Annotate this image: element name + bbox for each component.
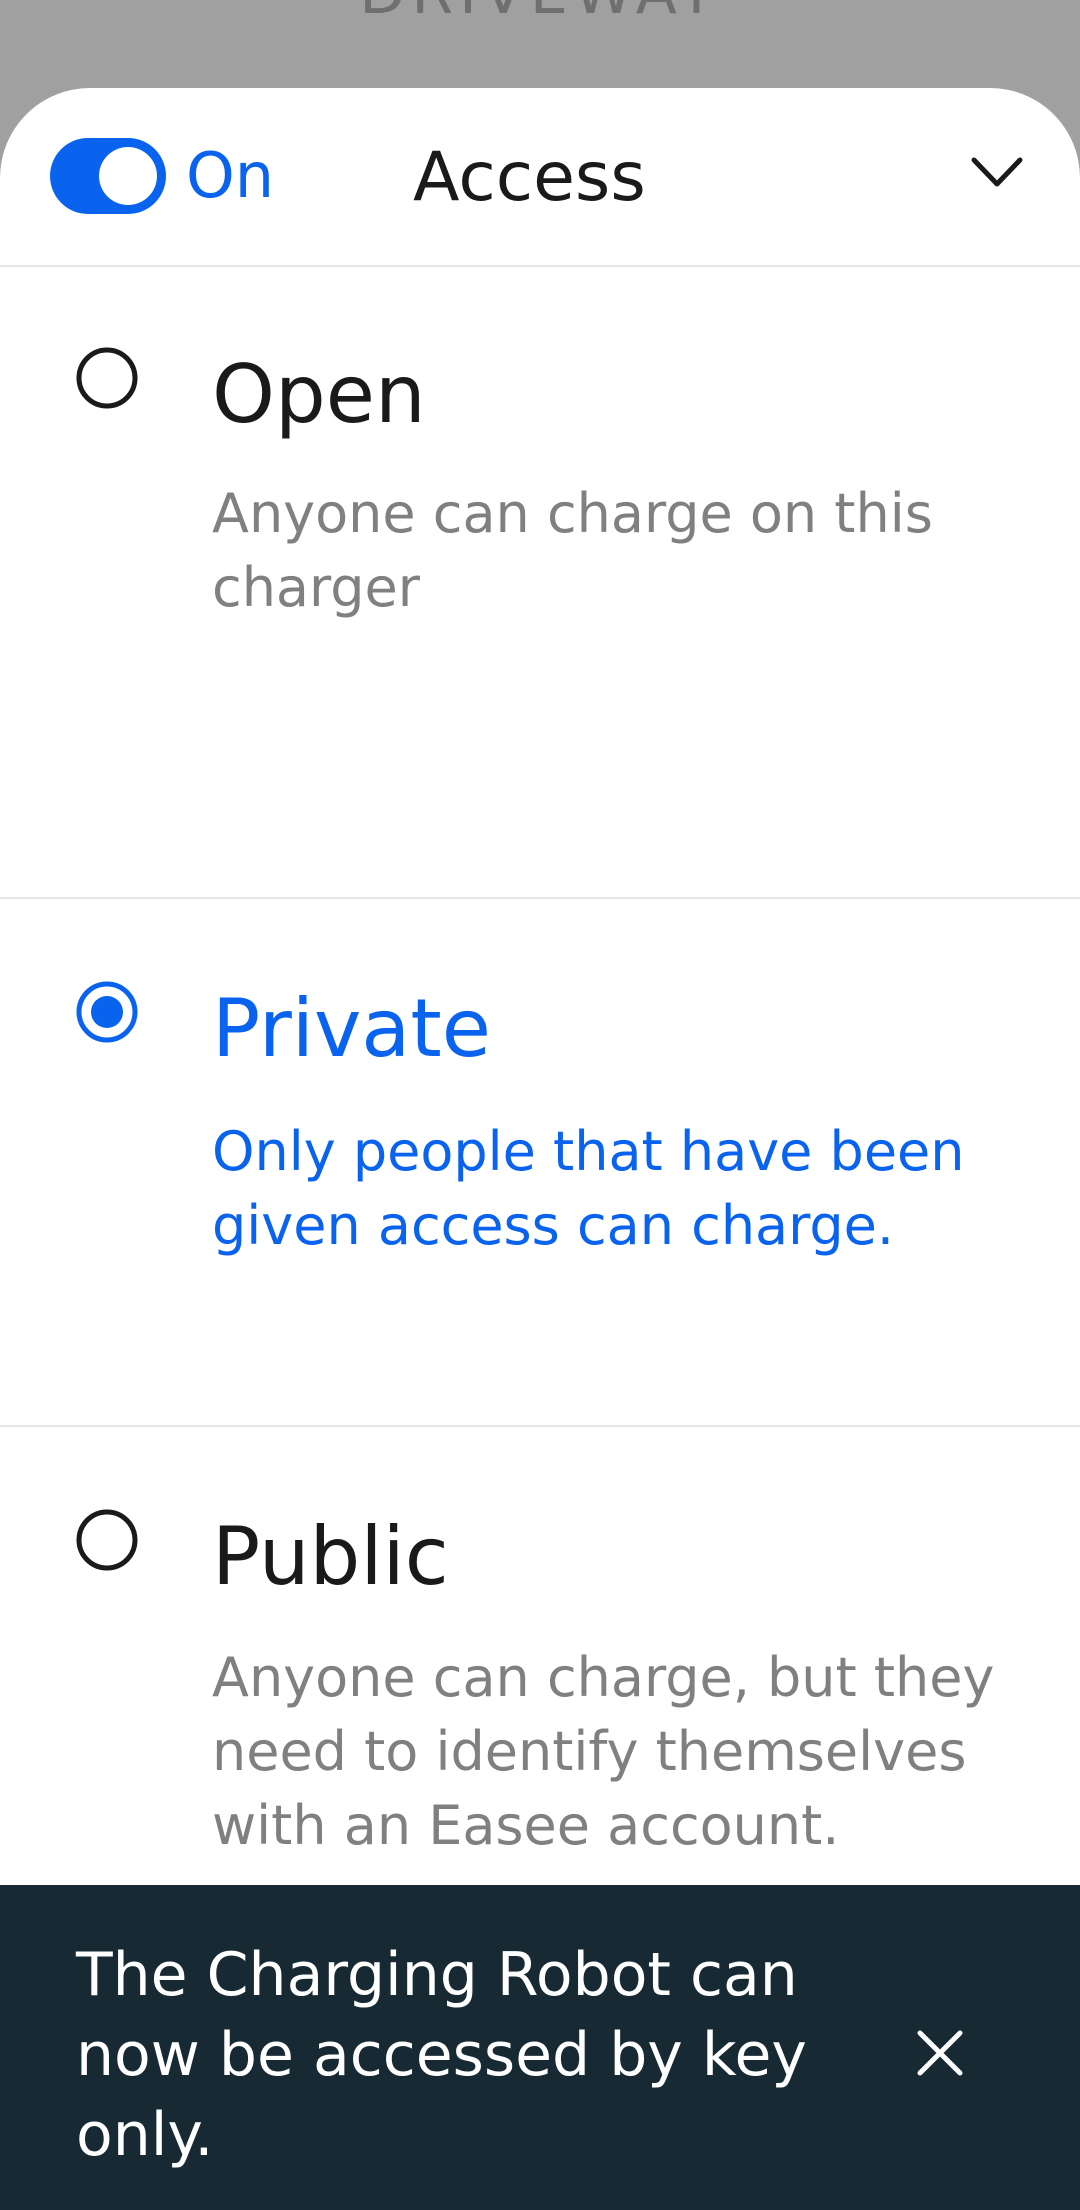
snackbar: The Charging Robot can now be accessed b… — [0, 1885, 1080, 2210]
option-description: Anyone can charge, but they need to iden… — [212, 1646, 995, 1857]
radio-checked-icon[interactable] — [76, 981, 138, 1043]
snackbar-message: The Charging Robot can now be accessed b… — [76, 1940, 807, 2170]
radio-unchecked-icon[interactable] — [76, 1509, 138, 1571]
chevron-down-icon[interactable] — [970, 152, 1024, 192]
close-icon[interactable] — [912, 2025, 968, 2081]
option-title: Open — [212, 348, 426, 441]
option-description: Anyone can charge on this charger — [212, 482, 933, 619]
backdrop-title: DRIVEWAY — [0, 0, 1080, 28]
option-private[interactable]: Private Only people that have been given… — [0, 899, 1080, 1427]
toggle-knob — [99, 147, 157, 205]
option-title: Public — [212, 1510, 449, 1603]
option-open[interactable]: Open Anyone can charge on this charger — [0, 267, 1080, 899]
sheet-header: On Access — [0, 88, 1080, 267]
access-toggle[interactable] — [50, 138, 166, 214]
option-title: Private — [212, 982, 491, 1075]
toggle-label: On — [186, 139, 275, 212]
option-description: Only people that have been given access … — [212, 1120, 965, 1257]
sheet-title: Access — [413, 138, 646, 217]
radio-unchecked-icon[interactable] — [76, 347, 138, 409]
